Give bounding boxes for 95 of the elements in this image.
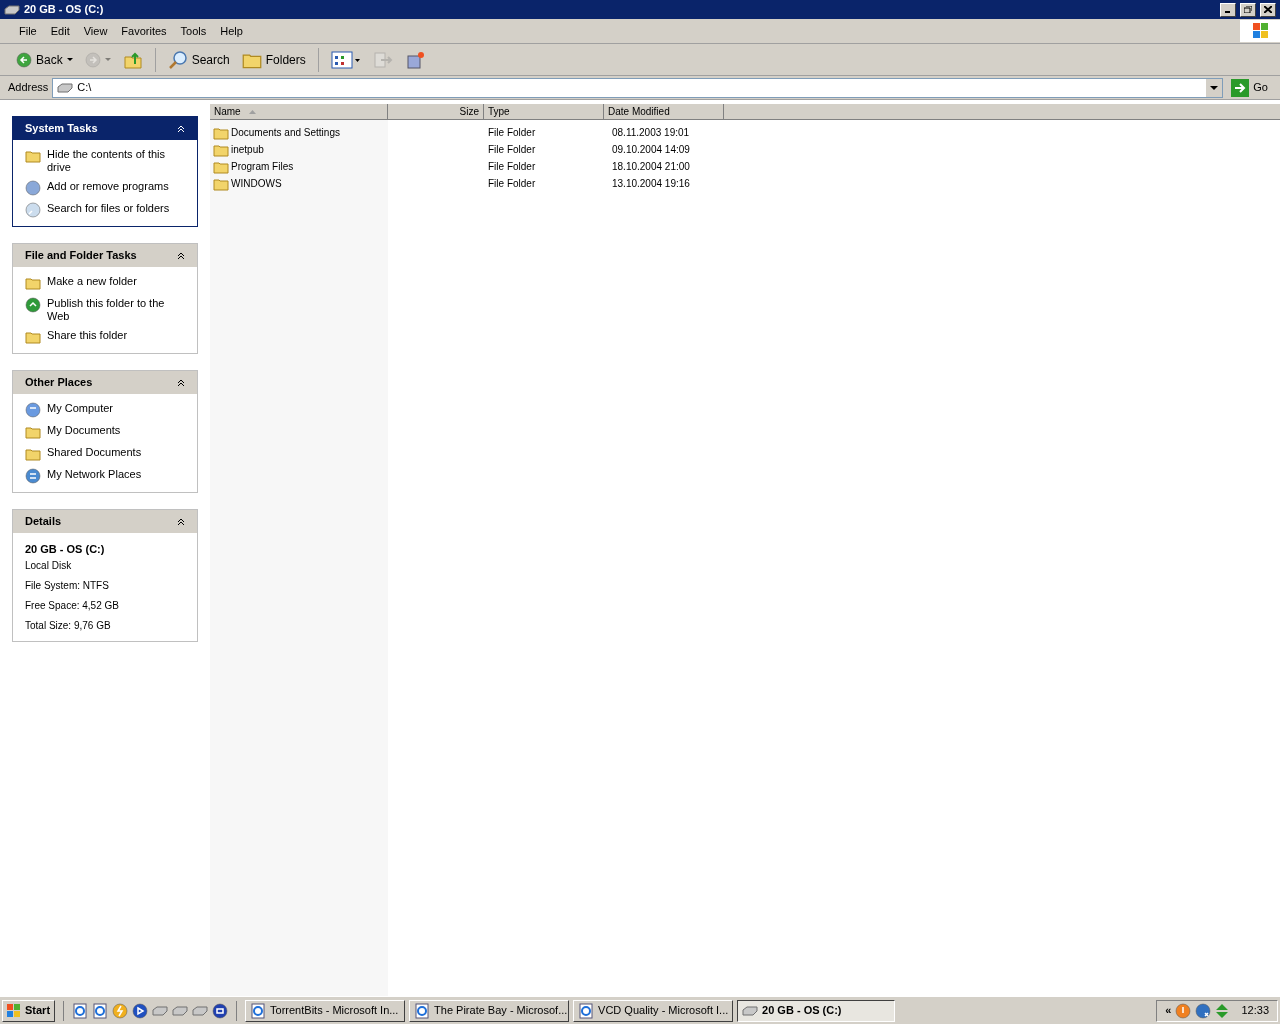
task-link[interactable]: Publish this folder to the Web <box>47 297 185 323</box>
lightning-icon <box>112 1002 129 1019</box>
taskbar-button[interactable]: TorrentBits - Microsoft In... <box>245 999 406 1022</box>
panel-title: Details <box>25 514 62 530</box>
browser-icon <box>72 1002 89 1019</box>
window-title: 20 GB - OS (C:) <box>24 2 105 18</box>
restore-icon <box>1244 6 1252 13</box>
desktop-icon <box>212 1002 229 1019</box>
back-button[interactable]: Back <box>12 45 77 74</box>
taskbar-button[interactable]: VCD Quality - Microsoft I... <box>573 999 734 1022</box>
task-link[interactable]: Share this folder <box>47 329 128 342</box>
drive-icon <box>742 1005 759 1016</box>
panel-header[interactable]: System Tasks <box>13 117 197 140</box>
column-header[interactable]: Date Modified <box>604 104 724 119</box>
menu-item[interactable]: Tools <box>173 22 214 40</box>
collapse-icon[interactable] <box>177 517 185 526</box>
address-field[interactable]: C:\ <box>52 77 1224 98</box>
details-text: Free Space: 4,52 GB <box>25 598 120 613</box>
file-date: 09.10.2004 14:09 <box>611 143 691 157</box>
file-type: File Folder <box>487 126 537 140</box>
file-date: 08.11.2003 19:01 <box>611 126 691 140</box>
task-link[interactable]: Shared Documents <box>47 446 142 459</box>
task-link[interactable]: Search for files or folders <box>47 202 170 215</box>
file-date: 13.10.2004 19:16 <box>611 177 691 191</box>
close-icon <box>1264 6 1272 13</box>
browser-icon <box>578 1002 595 1019</box>
panel-title: File and Folder Tasks <box>25 248 137 264</box>
task-link[interactable]: My Documents <box>47 424 121 437</box>
windows-logo-icon <box>7 1003 21 1018</box>
start-button[interactable]: Start <box>2 999 56 1022</box>
drive-icon <box>4 4 20 15</box>
details-text: File System: NTFS <box>25 578 110 593</box>
close-button[interactable] <box>1260 2 1276 17</box>
column-header[interactable]: Name <box>210 104 388 119</box>
views-icon <box>330 49 361 70</box>
drive-icon <box>57 82 74 93</box>
caret-icon <box>104 57 111 62</box>
browser-icon <box>92 1002 109 1019</box>
panel-title: Other Places <box>25 375 93 391</box>
menu-item[interactable]: View <box>76 22 115 40</box>
taskbar-button[interactable]: 20 GB - OS (C:) <box>737 999 896 1022</box>
folder-icon <box>25 329 41 345</box>
go-button[interactable]: Go <box>1227 78 1272 97</box>
browser-icon <box>414 1002 431 1019</box>
collapse-icon[interactable] <box>177 378 185 387</box>
show-hidden-icons-button[interactable]: « <box>1165 1002 1172 1019</box>
play-icon <box>132 1002 149 1019</box>
folder-icon <box>25 148 41 164</box>
clock: 12:33 <box>1241 1003 1269 1019</box>
details-text: Local Disk <box>25 558 73 573</box>
restore-button[interactable] <box>1240 2 1256 17</box>
column-header[interactable]: Type <box>484 104 604 119</box>
file-name[interactable]: inetpub <box>231 142 264 157</box>
panel-header[interactable]: Other Places <box>13 371 197 394</box>
task-link[interactable]: Hide the contents of this drive <box>47 148 185 174</box>
menu-item[interactable]: Favorites <box>114 22 174 40</box>
file-name[interactable]: WINDOWS <box>231 176 282 191</box>
drive-icon <box>152 1005 169 1016</box>
file-type: File Folder <box>487 143 537 157</box>
move-to-icon <box>372 49 393 70</box>
collapse-icon[interactable] <box>177 251 185 260</box>
search-button[interactable]: Search <box>163 45 234 74</box>
file-date: 18.10.2004 21:00 <box>611 160 691 174</box>
address-label: Address <box>8 80 49 96</box>
details-text: Total Size: 9,76 GB <box>25 618 112 633</box>
taskbar-button[interactable]: The Pirate Bay - Microsof... <box>409 999 570 1022</box>
caret-icon <box>66 57 73 62</box>
file-type: File Folder <box>487 160 537 174</box>
menu-item[interactable]: Edit <box>43 22 77 40</box>
task-link[interactable]: Add or remove programs <box>47 180 169 193</box>
minimize-button[interactable] <box>1220 2 1236 17</box>
browser-icon <box>250 1002 267 1019</box>
details-name: 20 GB - OS (C:) <box>25 542 106 557</box>
drive-icon <box>192 1005 209 1016</box>
file-name[interactable]: Documents and Settings <box>231 125 340 140</box>
dropdown-icon[interactable] <box>1206 78 1223 97</box>
menu-item[interactable]: File <box>12 22 44 40</box>
column-header[interactable]: Size <box>388 104 484 119</box>
panel-header[interactable]: Details <box>13 510 197 533</box>
menu-item[interactable]: Help <box>213 22 250 40</box>
folder-icon <box>25 275 41 291</box>
folder-icon <box>25 446 41 462</box>
drive-icon <box>172 1005 189 1016</box>
windows-logo-icon <box>1240 20 1280 42</box>
task-link[interactable]: My Computer <box>47 402 114 415</box>
file-type: File Folder <box>487 177 537 191</box>
up-down-arrows-icon <box>1215 1002 1230 1019</box>
panel-title: System Tasks <box>25 121 98 137</box>
task-link[interactable]: My Network Places <box>47 468 142 481</box>
folder-icon <box>25 424 41 440</box>
folders-button[interactable]: Folders <box>237 45 310 74</box>
panel-header[interactable]: File and Folder Tasks <box>13 244 197 267</box>
file-name[interactable]: Program Files <box>231 159 294 174</box>
sort-arrow-icon <box>248 109 256 114</box>
task-link[interactable]: Make a new folder <box>47 275 137 288</box>
